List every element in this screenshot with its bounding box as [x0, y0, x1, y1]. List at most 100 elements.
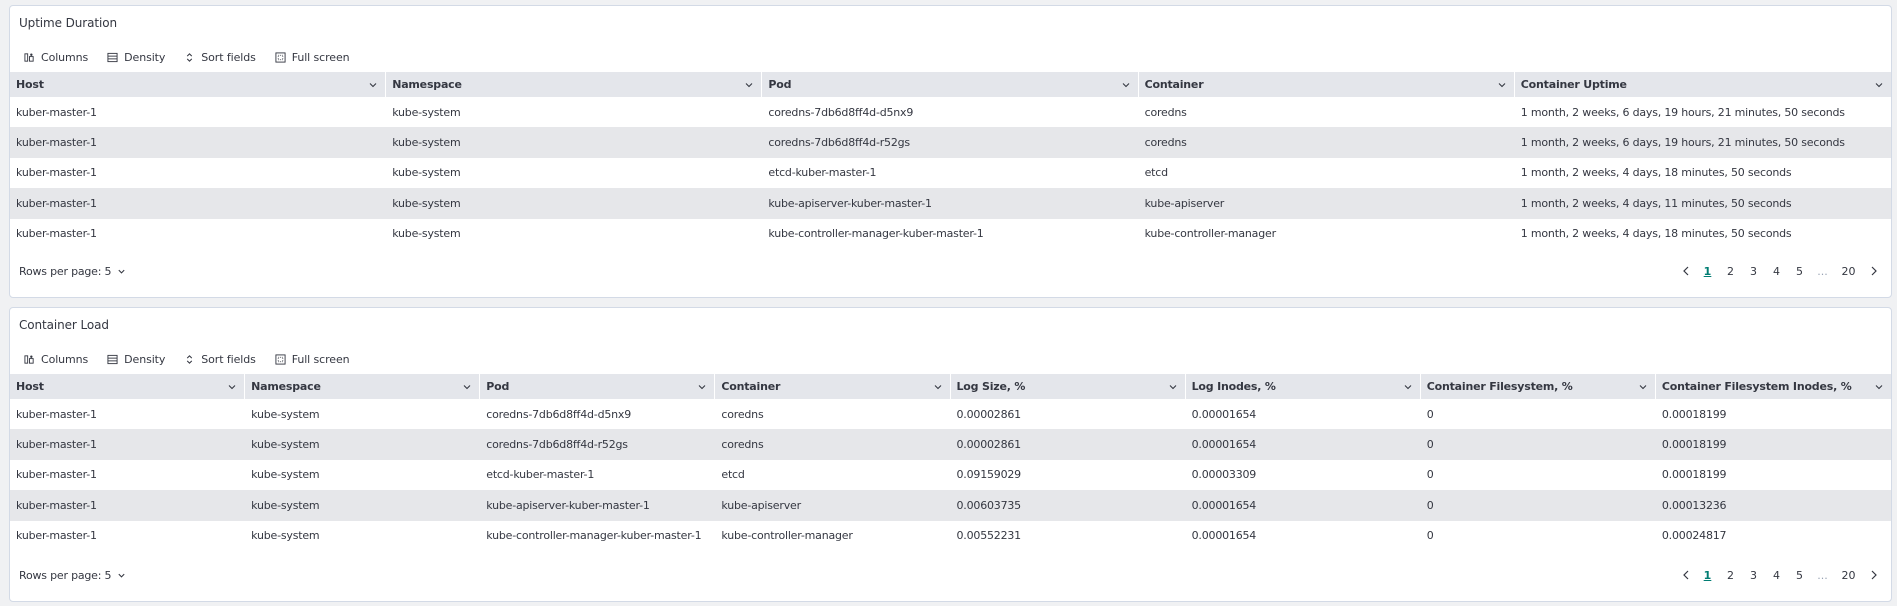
page-button-1[interactable]: 1 [1696, 569, 1719, 582]
column-header-log-size[interactable]: Log Size, % [950, 374, 1186, 399]
density-label: Density [124, 50, 166, 64]
full-screen-label: Full screen [291, 50, 350, 64]
cell-container-filesystem-inodes: 0.00024817 [1661, 529, 1727, 543]
page-button-3[interactable]: 3 [1742, 569, 1765, 582]
cell-namespace: kube-system [392, 227, 461, 241]
next-page-button[interactable] [1863, 266, 1883, 276]
sort-fields-button[interactable]: Sort fields [184, 353, 256, 366]
page-button-3[interactable]: 3 [1742, 265, 1765, 278]
chevron-down-icon[interactable] [227, 382, 237, 392]
chevron-left-icon [1682, 570, 1688, 580]
pagination-ellipsis: ... [1817, 568, 1828, 582]
cell-pod: coredns-7db6d8ff4d-d5nx9 [768, 105, 914, 119]
cell-container: coredns [1144, 105, 1187, 119]
rows-per-page-label: Rows per page: 5 [19, 264, 112, 278]
full-screen-button[interactable]: Full screen [275, 51, 350, 64]
columns-button[interactable]: Columns [24, 51, 88, 64]
cell-log-inodes: 0.00001654 [1185, 490, 1421, 521]
panel-title: Container Load [19, 318, 109, 332]
table-footer: Rows per page: 5 1 2 3 4 5 ... 20 [10, 261, 1891, 281]
cell-container: kube-apiserver [1138, 188, 1515, 219]
cell-pod: coredns-7db6d8ff4d-d5nx9 [486, 407, 632, 421]
chevron-down-icon[interactable] [697, 382, 707, 392]
page-button-5[interactable]: 5 [1788, 569, 1811, 582]
page-button-20[interactable]: 20 [1834, 569, 1863, 582]
cell-container-uptime: 1 month, 2 weeks, 6 days, 19 hours, 21 m… [1520, 105, 1845, 119]
column-header-host[interactable]: Host [10, 374, 246, 399]
column-header-pod[interactable]: Pod [480, 374, 716, 399]
columns-button[interactable]: Columns [24, 353, 88, 366]
chevron-down-icon[interactable] [744, 80, 754, 90]
container-load-panel: Container Load Columns Density Sort fiel… [9, 307, 1892, 602]
chevron-down-icon [118, 269, 125, 274]
rows-per-page-select[interactable]: Rows per page: 5 [19, 569, 126, 582]
chevron-down-icon[interactable] [462, 382, 472, 392]
density-button[interactable]: Density [107, 51, 165, 64]
cell-container-filesystem: 0 [1426, 407, 1434, 421]
cell-host: kuber-master-1 [16, 407, 97, 421]
cell-pod: kube-apiserver-kuber-master-1 [762, 188, 1139, 219]
chevron-down-icon[interactable] [1497, 80, 1507, 90]
column-header-namespace[interactable]: Namespace [386, 72, 763, 97]
uptime-table: Host Namespace Pod Container Container U… [10, 72, 1891, 249]
cell-container-filesystem: 0 [1426, 468, 1434, 482]
sort-fields-button[interactable]: Sort fields [184, 51, 256, 64]
cell-namespace: kube-system [386, 188, 763, 219]
chevron-down-icon[interactable] [1403, 382, 1413, 392]
cell-host: kuber-master-1 [16, 105, 97, 119]
column-header-log-inodes[interactable]: Log Inodes, % [1185, 374, 1421, 399]
previous-page-button[interactable] [1676, 266, 1696, 276]
column-header-container-filesystem-inodes[interactable]: Container Filesystem Inodes, % [1655, 374, 1891, 399]
chevron-down-icon[interactable] [1168, 382, 1178, 392]
density-icon [107, 354, 118, 364]
column-header-namespace[interactable]: Namespace [245, 374, 481, 399]
page-button-2[interactable]: 2 [1719, 569, 1742, 582]
cell-host: kuber-master-1 [16, 468, 97, 482]
cell-log-inodes: 0.00003309 [1191, 468, 1257, 482]
chevron-down-icon[interactable] [933, 382, 943, 392]
full-screen-button[interactable]: Full screen [275, 353, 350, 366]
chevron-down-icon[interactable] [1874, 80, 1884, 90]
pagination: 1 2 3 4 5 ... 20 [1676, 265, 1883, 278]
chevron-down-icon[interactable] [1874, 382, 1884, 392]
page-button-1[interactable]: 1 [1696, 265, 1719, 278]
pagination-ellipsis: ... [1817, 264, 1828, 278]
cell-pod: kube-controller-manager-kuber-master-1 [768, 227, 984, 241]
cell-container: kube-controller-manager [1144, 227, 1277, 241]
page-button-20[interactable]: 20 [1834, 265, 1863, 278]
column-header-container-filesystem[interactable]: Container Filesystem, % [1420, 374, 1656, 399]
page-button-5[interactable]: 5 [1788, 265, 1811, 278]
cell-log-size: 0.00002861 [956, 407, 1022, 421]
table-footer: Rows per page: 5 1 2 3 4 5 ... 20 [10, 565, 1891, 585]
chevron-left-icon [1682, 266, 1688, 276]
column-header-host[interactable]: Host [10, 72, 387, 97]
page-button-2[interactable]: 2 [1719, 265, 1742, 278]
chevron-down-icon[interactable] [1638, 382, 1648, 392]
cell-namespace: kube-system [392, 166, 461, 180]
cell-namespace: kube-system [251, 407, 320, 421]
density-button[interactable]: Density [107, 353, 165, 366]
cell-log-size: 0.00552231 [956, 529, 1022, 543]
cell-host: kuber-master-1 [16, 529, 97, 543]
rows-per-page-select[interactable]: Rows per page: 5 [19, 265, 126, 278]
chevron-down-icon[interactable] [368, 80, 378, 90]
previous-page-button[interactable] [1676, 570, 1696, 580]
column-header-container[interactable]: Container [715, 374, 951, 399]
cell-container: coredns [721, 407, 764, 421]
cell-container: kube-controller-manager [721, 529, 853, 543]
column-header-pod[interactable]: Pod [762, 72, 1139, 97]
cell-container-filesystem-inodes: 0.00018199 [1661, 468, 1727, 482]
page-button-4[interactable]: 4 [1765, 569, 1788, 582]
cell-host: kuber-master-1 [16, 166, 97, 180]
chevron-down-icon[interactable] [1121, 80, 1131, 90]
next-page-button[interactable] [1863, 570, 1883, 580]
chevron-down-icon [118, 573, 125, 578]
page-button-4[interactable]: 4 [1765, 265, 1788, 278]
cell-log-inodes: 0.00001654 [1191, 407, 1257, 421]
cell-host: kuber-master-1 [10, 127, 387, 158]
columns-icon [24, 354, 34, 364]
column-header-container[interactable]: Container [1138, 72, 1515, 97]
column-header-container-uptime[interactable]: Container Uptime [1514, 72, 1891, 97]
chevron-right-icon [1871, 266, 1877, 276]
cell-container-filesystem: 0 [1426, 529, 1434, 543]
